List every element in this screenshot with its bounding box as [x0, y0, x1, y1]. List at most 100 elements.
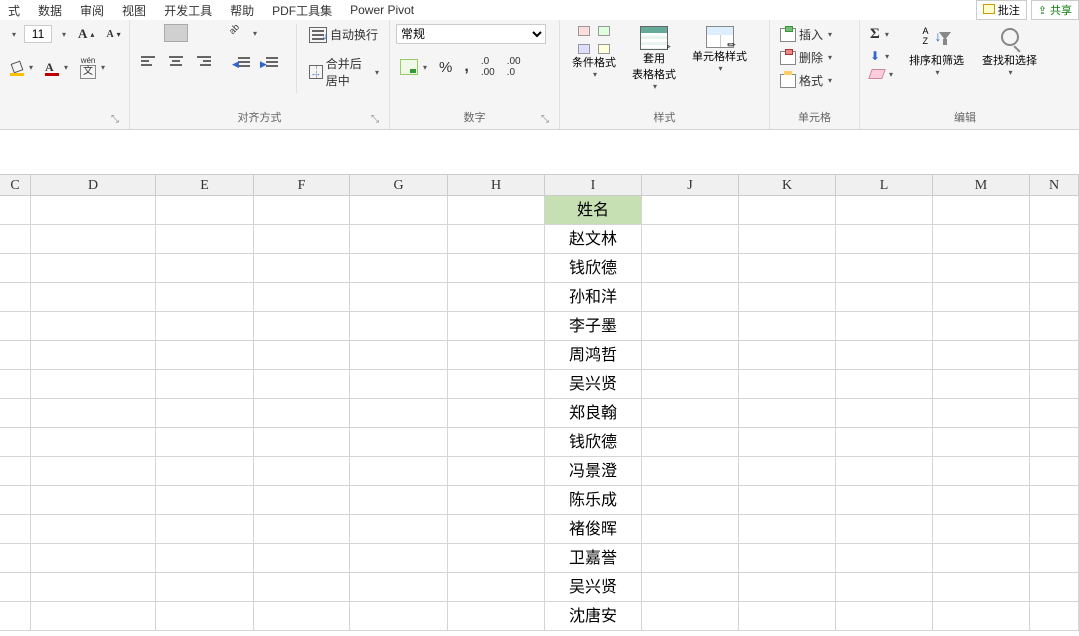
clear-button[interactable]: ▾: [866, 67, 897, 81]
cell-styles-button[interactable]: ✎ 单元格样式▾: [686, 24, 753, 93]
cell[interactable]: [350, 341, 448, 369]
autosum-button[interactable]: Σ▾: [866, 24, 893, 45]
cell[interactable]: [254, 283, 350, 311]
menu-help[interactable]: 帮助: [230, 2, 254, 19]
cell[interactable]: [0, 486, 31, 514]
phonetic-button[interactable]: wén文▾: [76, 54, 109, 81]
cell[interactable]: [350, 573, 448, 601]
cell[interactable]: [642, 486, 739, 514]
cell[interactable]: [31, 341, 156, 369]
cell[interactable]: [0, 283, 31, 311]
menu-data[interactable]: 数据: [38, 2, 62, 19]
cell[interactable]: [31, 399, 156, 427]
fill-color-button[interactable]: ▾: [6, 60, 37, 76]
cell[interactable]: [0, 515, 31, 543]
cell[interactable]: [31, 486, 156, 514]
column-header-K[interactable]: K: [739, 175, 836, 195]
cell[interactable]: [254, 486, 350, 514]
cell[interactable]: [0, 602, 31, 630]
cell[interactable]: [448, 312, 545, 340]
cell[interactable]: [933, 283, 1030, 311]
font-size-dropdown[interactable]: ▾: [56, 28, 70, 41]
cell[interactable]: [739, 399, 836, 427]
cell[interactable]: [933, 341, 1030, 369]
decrease-indent-button[interactable]: ◀: [230, 52, 254, 70]
cell[interactable]: [739, 544, 836, 572]
cell[interactable]: [836, 602, 933, 630]
wrap-text-button[interactable]: ↲自动换行: [305, 24, 382, 45]
cell[interactable]: [1030, 428, 1079, 456]
cell[interactable]: [254, 254, 350, 282]
number-launcher[interactable]: ⤡: [541, 114, 549, 125]
accounting-format-button[interactable]: ▾: [396, 57, 431, 77]
sort-filter-button[interactable]: 排序和筛选▾: [903, 24, 970, 83]
cell[interactable]: [448, 370, 545, 398]
cell[interactable]: [156, 573, 254, 601]
cell[interactable]: [254, 370, 350, 398]
cell[interactable]: 李子墨: [545, 312, 642, 340]
cell[interactable]: [448, 544, 545, 572]
cell[interactable]: [836, 457, 933, 485]
percent-button[interactable]: %: [435, 57, 456, 78]
cell[interactable]: [31, 457, 156, 485]
menu-pdf[interactable]: PDF工具集: [272, 2, 332, 19]
cell[interactable]: 吴兴贤: [545, 573, 642, 601]
cell[interactable]: [933, 544, 1030, 572]
column-header-F[interactable]: F: [254, 175, 350, 195]
find-select-button[interactable]: 查找和选择▾: [976, 24, 1043, 83]
cell[interactable]: [642, 515, 739, 543]
cell[interactable]: [350, 399, 448, 427]
cell[interactable]: [156, 399, 254, 427]
cell[interactable]: [448, 486, 545, 514]
cell[interactable]: [0, 225, 31, 253]
cell[interactable]: [1030, 486, 1079, 514]
cell[interactable]: [1030, 457, 1079, 485]
cell[interactable]: [350, 225, 448, 253]
cell[interactable]: [933, 370, 1030, 398]
cell[interactable]: [642, 225, 739, 253]
column-header-H[interactable]: H: [448, 175, 545, 195]
cell[interactable]: [739, 196, 836, 224]
increase-indent-button[interactable]: ◀: [258, 52, 282, 70]
cell[interactable]: 郑良翰: [545, 399, 642, 427]
cell[interactable]: [739, 486, 836, 514]
menu-dev[interactable]: 开发工具: [164, 2, 212, 19]
cell[interactable]: [156, 428, 254, 456]
cell[interactable]: [350, 312, 448, 340]
menu-review[interactable]: 审阅: [80, 2, 104, 19]
column-header-J[interactable]: J: [642, 175, 739, 195]
cell[interactable]: [0, 457, 31, 485]
cell[interactable]: [156, 457, 254, 485]
orientation-button[interactable]: ▾: [230, 24, 261, 42]
cell[interactable]: [448, 515, 545, 543]
cell[interactable]: [739, 428, 836, 456]
comma-button[interactable]: ,: [460, 56, 472, 78]
cell[interactable]: [1030, 370, 1079, 398]
cell[interactable]: [1030, 341, 1079, 369]
cell[interactable]: 赵文林: [545, 225, 642, 253]
cell[interactable]: [836, 370, 933, 398]
cell[interactable]: [836, 283, 933, 311]
cell[interactable]: [933, 225, 1030, 253]
cell[interactable]: [642, 254, 739, 282]
cell[interactable]: [350, 515, 448, 543]
column-header-G[interactable]: G: [350, 175, 448, 195]
cell[interactable]: [739, 254, 836, 282]
cell[interactable]: [156, 544, 254, 572]
cell[interactable]: [254, 515, 350, 543]
insert-button[interactable]: 插入▾: [776, 24, 836, 45]
cell[interactable]: 吴兴贤: [545, 370, 642, 398]
cell[interactable]: [836, 544, 933, 572]
cell[interactable]: [642, 602, 739, 630]
cell[interactable]: [642, 283, 739, 311]
cell[interactable]: [0, 544, 31, 572]
cell[interactable]: [254, 196, 350, 224]
cell[interactable]: [0, 428, 31, 456]
cell[interactable]: [933, 428, 1030, 456]
cell[interactable]: [642, 196, 739, 224]
cell[interactable]: [350, 254, 448, 282]
merge-center-button[interactable]: →←合并后居中▾: [305, 53, 383, 91]
cell[interactable]: [933, 196, 1030, 224]
cell[interactable]: [31, 196, 156, 224]
cell[interactable]: [933, 573, 1030, 601]
